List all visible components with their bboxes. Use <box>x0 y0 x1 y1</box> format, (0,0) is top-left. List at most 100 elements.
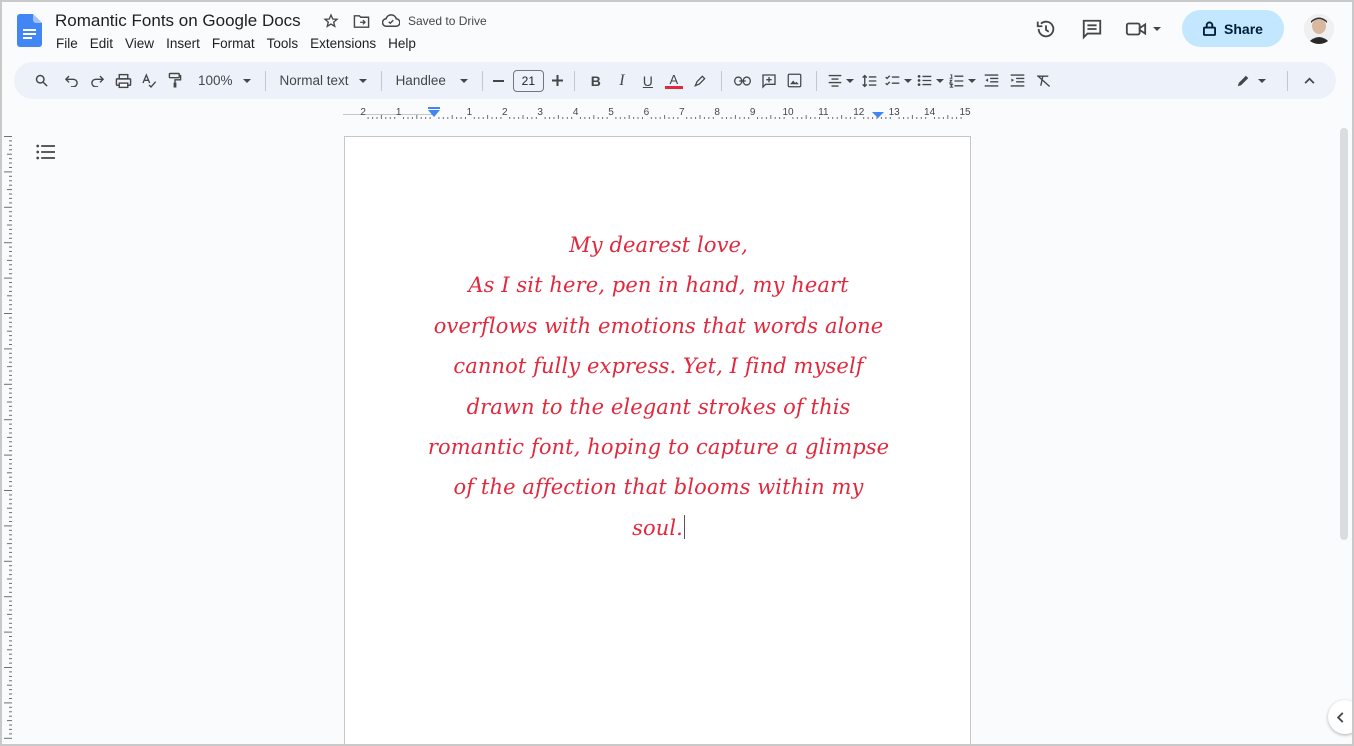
document-page[interactable]: My dearest love, As I sit here, pen in h… <box>344 136 971 746</box>
ruler-tick <box>9 290 12 292</box>
ruler-tick <box>841 115 843 119</box>
vertical-ruler[interactable] <box>2 130 14 742</box>
paint-format-icon[interactable] <box>162 67 188 95</box>
add-comment-icon[interactable] <box>756 67 782 95</box>
bulleted-list-icon[interactable] <box>915 67 947 95</box>
ruler-tick <box>4 525 12 527</box>
align-center-icon[interactable] <box>825 67 857 95</box>
ruler-tick <box>9 512 12 514</box>
side-panel-toggle-button[interactable] <box>1328 700 1354 734</box>
hide-menus-chevron-up-icon[interactable] <box>1296 67 1322 95</box>
line-spacing-icon[interactable] <box>857 67 883 95</box>
spellcheck-icon[interactable] <box>136 67 162 95</box>
ruler-tick <box>9 671 12 673</box>
ruler-tick <box>9 636 12 637</box>
ruler-tick <box>9 251 12 252</box>
ruler-tick <box>849 117 851 119</box>
avatar[interactable] <box>1304 13 1334 44</box>
ruler-tick <box>522 115 524 119</box>
ruler-tick <box>478 117 480 119</box>
clear-formatting-icon[interactable] <box>1031 67 1057 95</box>
underline-icon[interactable]: U <box>635 67 661 95</box>
menu-file[interactable]: File <box>56 36 84 51</box>
text-color-icon[interactable]: A <box>661 67 687 95</box>
decrease-font-size-icon[interactable] <box>491 67 507 95</box>
ruler-tick <box>9 503 12 505</box>
ruler-tick <box>403 117 404 119</box>
highlight-color-icon[interactable] <box>687 67 713 95</box>
docs-logo-icon[interactable] <box>17 14 42 47</box>
menu-format[interactable]: Format <box>212 36 261 51</box>
ruler-tick <box>380 115 382 119</box>
menu-extensions[interactable]: Extensions <box>310 36 382 51</box>
ruler-tick <box>9 215 12 217</box>
document-title[interactable]: Romantic Fonts on Google Docs <box>55 11 301 31</box>
version-history-icon[interactable] <box>1028 11 1064 47</box>
zoom-select[interactable]: 100% <box>192 73 257 88</box>
ruler-tick <box>7 507 12 509</box>
ruler-tick <box>389 117 391 119</box>
star-icon[interactable] <box>322 12 340 30</box>
ruler-label: 3 <box>537 107 543 118</box>
insert-link-icon[interactable] <box>730 67 756 95</box>
ruler-tick <box>9 299 12 301</box>
ruler-tick <box>9 286 12 288</box>
insert-image-icon[interactable] <box>782 67 808 95</box>
ruler-tick <box>9 317 12 319</box>
ruler-label: 6 <box>644 107 650 118</box>
decrease-indent-icon[interactable] <box>979 67 1005 95</box>
ruler-tick <box>4 490 12 491</box>
font-family-select[interactable]: Handlee <box>390 73 474 88</box>
font-size-input[interactable]: 21 <box>512 69 544 92</box>
ruler-tick <box>597 117 599 119</box>
redo-icon[interactable] <box>84 67 110 95</box>
document-outline-icon[interactable] <box>36 144 55 165</box>
increase-font-size-icon[interactable] <box>550 67 566 95</box>
ruler-tick <box>526 117 528 119</box>
ruler-tick <box>518 117 520 119</box>
menu-edit[interactable]: Edit <box>90 36 119 51</box>
italic-icon[interactable]: I <box>609 67 635 95</box>
share-button[interactable]: Share <box>1182 10 1284 47</box>
ruler-tick <box>9 202 12 204</box>
undo-icon[interactable] <box>58 67 84 95</box>
ruler-tick <box>761 117 763 119</box>
chevron-down-icon <box>358 78 367 83</box>
ruler-tick <box>7 295 12 297</box>
menu-tools[interactable]: Tools <box>267 36 305 51</box>
meet-video-icon[interactable] <box>1120 11 1166 47</box>
ruler-tick <box>947 115 949 119</box>
toolbar-divider <box>481 70 483 91</box>
ruler-tick <box>451 115 453 119</box>
numbered-list-icon[interactable] <box>947 67 979 95</box>
ruler-tick <box>7 472 12 474</box>
menu-help[interactable]: Help <box>388 36 422 51</box>
ruler-tick <box>9 627 12 629</box>
search-menus-icon[interactable] <box>28 67 54 95</box>
document-body[interactable]: My dearest love, As I sit here, pen in h… <box>345 225 972 548</box>
move-folder-icon[interactable] <box>352 12 370 30</box>
ruler-tick <box>9 144 12 146</box>
right-indent-marker-icon <box>872 112 884 118</box>
ruler-label: 8 <box>714 107 720 118</box>
checklist-icon[interactable] <box>883 67 915 95</box>
ruler-tick <box>757 117 758 119</box>
increase-indent-icon[interactable] <box>1005 67 1031 95</box>
ruler-tick <box>845 117 847 119</box>
cloud-saved-icon[interactable] <box>382 12 400 30</box>
menu-view[interactable]: View <box>125 36 160 51</box>
menu-insert[interactable]: Insert <box>166 36 206 51</box>
comments-icon[interactable] <box>1074 11 1110 47</box>
ruler-tick <box>9 529 12 531</box>
editing-mode-icon[interactable] <box>1233 67 1269 95</box>
ruler-tick <box>9 574 12 576</box>
ruler-tick <box>544 117 546 119</box>
ruler-tick <box>9 675 12 677</box>
bold-icon[interactable]: B <box>583 67 609 95</box>
horizontal-ruler[interactable]: 2 1 1 2 3 4 5 6 7 8 9 10 11 12 13 14 15 <box>343 104 973 122</box>
ruler-tick <box>487 115 489 119</box>
paragraph-style-select[interactable]: Normal text <box>274 73 373 88</box>
ruler-label: 14 <box>924 107 936 118</box>
print-icon[interactable] <box>110 67 136 95</box>
vertical-scrollbar[interactable] <box>1340 128 1348 540</box>
